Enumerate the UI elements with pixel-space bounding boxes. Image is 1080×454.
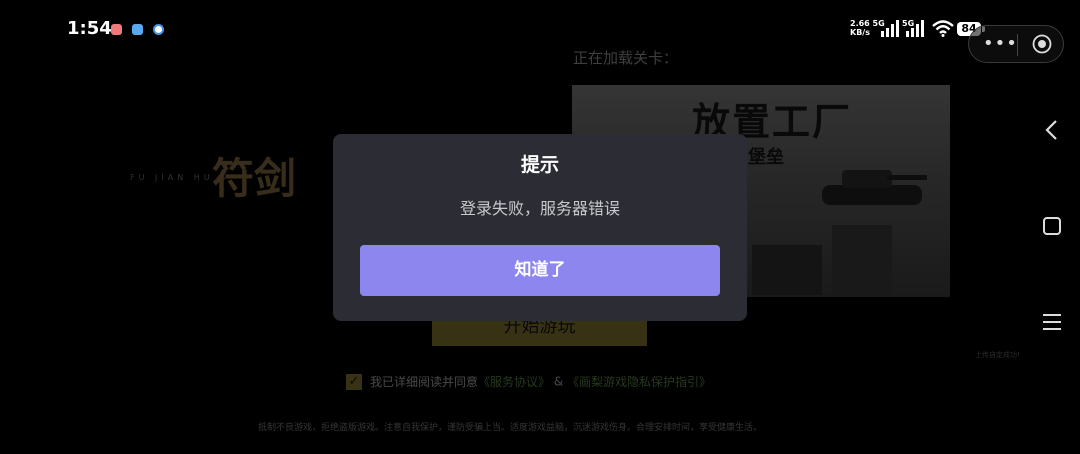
service-agreement-link[interactable]: 《服务协议》 (478, 375, 550, 389)
privacy-policy-link[interactable]: 《画梨游戏隐私保护指引》 (567, 375, 711, 389)
network-speed-value: 2.66 (850, 19, 870, 28)
signal-icon-2 (906, 20, 924, 37)
wifi-icon (932, 20, 954, 37)
agreement-row: ✓ 我已详细阅读并同意《服务协议》 & 《画梨游戏隐私保护指引》 (346, 373, 711, 393)
recent-apps-icon[interactable] (1039, 213, 1065, 239)
close-target-icon[interactable] (1032, 34, 1052, 54)
alert-dialog: 提示 登录失败，服务器错误 知道了 (333, 134, 747, 321)
clock: 1:54 (67, 18, 112, 39)
acknowledge-button[interactable]: 知道了 (360, 245, 720, 296)
status-bar: 1:54 2.66 5G KB/s 5G 84 (0, 0, 1080, 60)
app-notification-icon (153, 24, 164, 35)
signal-icon (881, 20, 899, 37)
capsule-divider (1017, 34, 1018, 56)
dialog-title: 提示 (520, 154, 559, 176)
logo-text: 符剑 (212, 154, 297, 203)
agreement-checkbox[interactable]: ✓ (346, 373, 362, 390)
menu-icon[interactable] (1039, 309, 1065, 335)
health-notice: 抵制不良游戏，拒绝盗版游戏。注意自我保护，谨防受骗上当。适度游戏益脑，沉迷游戏伤… (258, 423, 763, 433)
side-note: 上传自定成功! (975, 351, 1020, 359)
agreement-prefix: 我已详细阅读并同意 (370, 375, 479, 389)
app-notification-icon (132, 24, 143, 35)
miniprogram-capsule: ••• (968, 25, 1064, 63)
screen: 正在加载关卡： 放置工厂 白堡垒 FU JIAN HU S 符剑 开始游玩 ✓ 我… (0, 0, 1080, 454)
dialog-message: 登录失败，服务器错误 (459, 199, 620, 218)
network-speed-unit: KB/s (850, 28, 870, 37)
more-options-icon[interactable]: ••• (983, 35, 1018, 53)
game-logo: FU JIAN HU S 符剑 (130, 145, 340, 215)
back-icon[interactable] (1039, 117, 1065, 143)
app-notification-icon (111, 24, 122, 35)
agreement-ampersand: & (553, 374, 564, 389)
